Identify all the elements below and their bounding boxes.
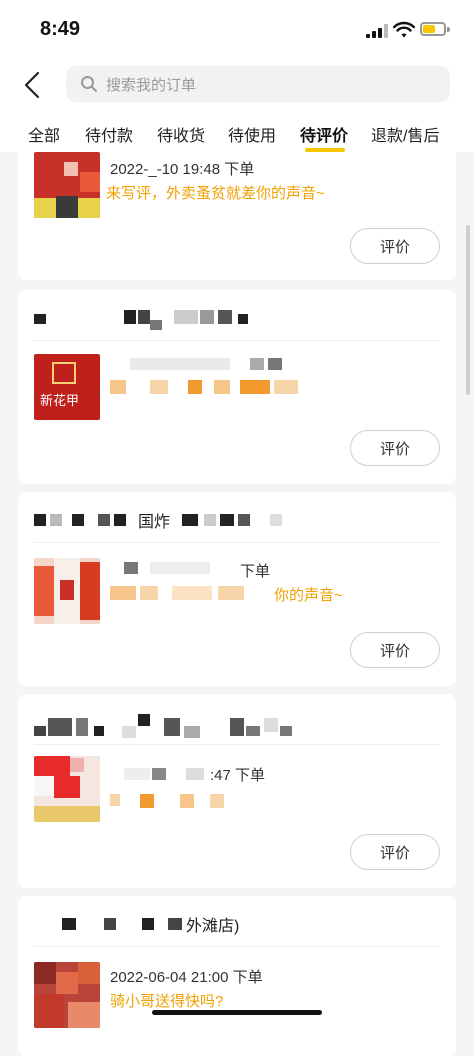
back-icon[interactable]: [18, 70, 48, 100]
shop-name[interactable]: [34, 710, 334, 738]
header: 8:49 全部 待付款 待收货 待使用 待评价 退款/售后: [0, 0, 474, 152]
tab-pending-payment[interactable]: 待付款: [85, 122, 133, 146]
order-card[interactable]: :47 下单 评价: [18, 694, 456, 888]
tab-pending-use[interactable]: 待使用: [228, 122, 276, 146]
logo-mark: [52, 362, 76, 384]
order-card[interactable]: 国炸 下单 你的声音~ 评价: [18, 492, 456, 686]
order-card[interactable]: 新花甲 评价: [18, 290, 456, 484]
review-button[interactable]: 评价: [350, 228, 440, 264]
status-time: 8:49: [40, 18, 81, 40]
review-prompt: 你的声音~: [274, 587, 343, 604]
tab-pending-delivery[interactable]: 待收货: [157, 122, 205, 146]
review-prompt: 骑小哥送得快吗?: [110, 993, 224, 1010]
order-card[interactable]: 2022-_-10 19:48 下单 来写评，外卖蚤贫就差你的声音~ 评价: [18, 130, 456, 280]
thumbnail-label: 新花甲: [40, 393, 80, 408]
battery-icon: [420, 22, 446, 36]
scrollbar[interactable]: [466, 225, 470, 395]
shop-name[interactable]: 外滩店): [34, 912, 334, 935]
shop-name[interactable]: [34, 306, 334, 330]
order-time: :47 下单: [210, 767, 266, 784]
tab-all[interactable]: 全部: [28, 122, 60, 146]
order-thumbnail: [34, 558, 100, 624]
review-button[interactable]: 评价: [350, 632, 440, 668]
shop-name[interactable]: 国炸: [34, 508, 334, 531]
order-thumbnail: 新花甲: [34, 354, 100, 420]
home-indicator[interactable]: [152, 1010, 322, 1015]
divider: [34, 744, 440, 745]
divider: [34, 340, 440, 341]
order-card[interactable]: 外滩店) 2022-06-04 21:00 下单 骑小哥送得快吗?: [18, 896, 456, 1056]
divider: [34, 946, 440, 947]
battery-cap: [447, 27, 450, 32]
review-button[interactable]: 评价: [350, 430, 440, 466]
search-icon: [81, 76, 97, 92]
order-tabs: 全部 待付款 待收货 待使用 待评价 退款/售后: [0, 116, 474, 152]
order-thumbnail: [34, 756, 100, 822]
review-prompt: 来写评，外卖蚤贫就差你的声音~: [106, 185, 325, 202]
divider: [34, 542, 440, 543]
order-time: 2022-_-10 19:48 下单: [110, 161, 255, 178]
tab-refund-aftersale[interactable]: 退款/售后: [371, 122, 439, 146]
search-input[interactable]: [104, 66, 438, 104]
active-tab-indicator: [305, 148, 345, 152]
tab-pending-review[interactable]: 待评价: [300, 122, 348, 146]
order-time: 下单: [240, 563, 271, 580]
order-thumbnail: [34, 962, 100, 1028]
wifi-icon: [393, 21, 415, 38]
review-button[interactable]: 评价: [350, 834, 440, 870]
cellular-signal-icon: [366, 24, 388, 38]
order-thumbnail: [34, 152, 100, 218]
search-bar[interactable]: [66, 66, 450, 104]
order-time: 2022-06-04 21:00 下单: [110, 969, 263, 986]
status-bar: 8:49: [0, 0, 474, 60]
